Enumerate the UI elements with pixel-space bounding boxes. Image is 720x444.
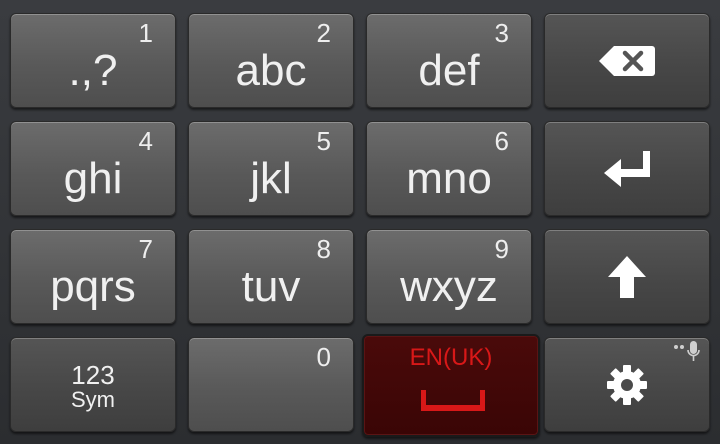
- key-number: 7: [138, 234, 153, 264]
- backspace-key[interactable]: [544, 13, 710, 108]
- shift-key[interactable]: [544, 229, 710, 324]
- enter-icon: [604, 150, 650, 187]
- key-number: 5: [316, 126, 331, 156]
- key-letters: .,?: [68, 46, 118, 95]
- key-number: 0: [316, 342, 331, 372]
- backspace-icon: [599, 45, 655, 76]
- mode-label-sym: Sym: [71, 387, 115, 412]
- key-0[interactable]: 0: [188, 337, 354, 432]
- key-letters: mno: [406, 154, 492, 203]
- key-3-def[interactable]: 3 def: [366, 13, 532, 108]
- space-key[interactable]: EN(UK): [362, 334, 540, 437]
- key-5-jkl[interactable]: 5 jkl: [188, 121, 354, 216]
- key-number: 4: [138, 126, 153, 156]
- mode-label-123: 123: [71, 360, 115, 390]
- key-2-abc[interactable]: 2 abc: [188, 13, 354, 108]
- key-1-punctuation[interactable]: 1 .,?: [10, 13, 176, 108]
- shift-arrow-icon: [608, 255, 646, 298]
- t9-keyboard: 1 .,? 2 abc 3 def 4 ghi 5 jkl 6 mno 7 pq…: [0, 0, 720, 444]
- key-number: 2: [316, 18, 331, 48]
- key-9-wxyz[interactable]: 9 wxyz: [366, 229, 532, 324]
- key-6-mno[interactable]: 6 mno: [366, 121, 532, 216]
- key-letters: abc: [235, 46, 307, 95]
- key-letters: wxyz: [400, 262, 498, 311]
- key-number: 3: [494, 18, 509, 48]
- language-label: EN(UK): [409, 344, 493, 371]
- key-7-pqrs[interactable]: 7 pqrs: [10, 229, 176, 324]
- space-bar-icon: [421, 390, 485, 411]
- key-number: 6: [494, 126, 509, 156]
- settings-key[interactable]: [544, 337, 710, 432]
- microphone-icon: [674, 341, 700, 361]
- key-number: 1: [138, 18, 153, 48]
- key-letters: def: [418, 46, 480, 95]
- key-number: 8: [316, 234, 331, 264]
- key-letters: tuv: [241, 262, 301, 311]
- mode-123-sym-key[interactable]: 123 Sym: [10, 337, 176, 432]
- key-letters: jkl: [250, 154, 292, 203]
- enter-key[interactable]: [544, 121, 710, 216]
- gear-icon: [607, 364, 647, 405]
- key-number: 9: [494, 234, 509, 264]
- key-8-tuv[interactable]: 8 tuv: [188, 229, 354, 324]
- key-letters: ghi: [63, 154, 123, 203]
- key-letters: pqrs: [50, 262, 136, 311]
- key-4-ghi[interactable]: 4 ghi: [10, 121, 176, 216]
